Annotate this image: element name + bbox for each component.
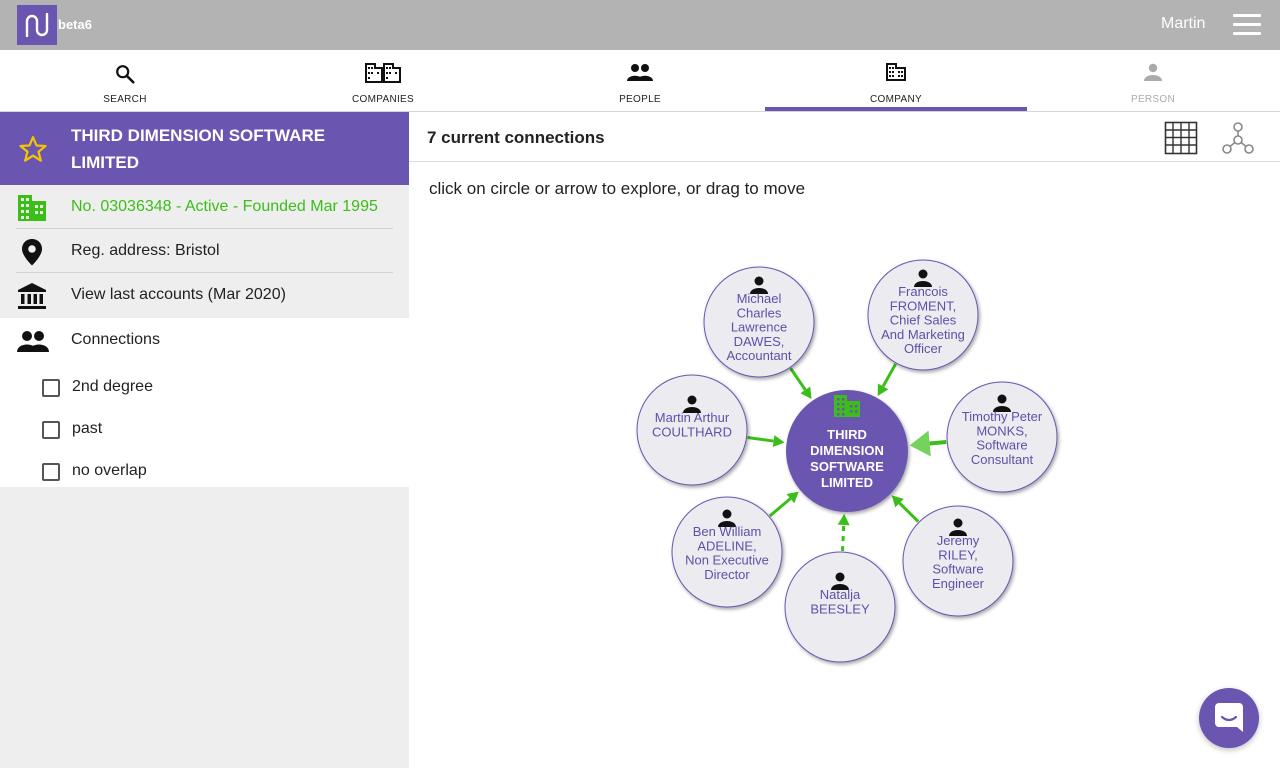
person-node-label: Consultant: [971, 452, 1034, 467]
company-node-label: LIMITED: [821, 475, 873, 490]
connection-edge[interactable]: [768, 491, 799, 518]
person-node[interactable]: FrancoisFROMENT,Chief SalesAnd Marketing…: [867, 259, 979, 371]
edge-line[interactable]: [929, 440, 947, 446]
chat-button[interactable]: [1199, 688, 1259, 748]
person-head: [687, 395, 697, 405]
edge-line[interactable]: [841, 524, 846, 552]
person-node-label: Software: [932, 562, 983, 577]
person-head: [754, 276, 764, 286]
connection-edge[interactable]: [837, 513, 850, 552]
connections-graph[interactable]: MichaelCharlesLawrenceDAWES,Accountant Fr…: [0, 0, 1280, 768]
person-node-label: Ben William: [693, 524, 762, 539]
connection-edge[interactable]: [877, 363, 897, 397]
edge-line[interactable]: [898, 502, 920, 523]
person-node[interactable]: Ben WilliamADELINE,Non ExecutiveDirector: [671, 496, 783, 608]
person-node-label: Director: [704, 567, 750, 582]
person-node-label: Accountant: [726, 348, 791, 363]
person-node-label: Michael: [737, 291, 782, 306]
edge-line[interactable]: [747, 436, 774, 443]
connection-edge[interactable]: [789, 367, 812, 399]
edge-line[interactable]: [789, 367, 807, 391]
company-node-label: THIRD: [827, 427, 867, 442]
edge-arrowhead[interactable]: [772, 435, 785, 448]
connection-edge[interactable]: [891, 495, 920, 523]
person-node-label: Lawrence: [731, 320, 787, 335]
person-node[interactable]: MichaelCharlesLawrenceDAWES,Accountant: [703, 266, 815, 378]
person-head: [997, 394, 1007, 404]
company-node[interactable]: THIRDDIMENSIONSOFTWARELIMITED: [786, 390, 908, 512]
person-node-label: ADELINE,: [697, 538, 756, 553]
person-node-label: BEESLEY: [810, 601, 870, 616]
chat-icon: [1215, 703, 1243, 732]
person-node-label: Software: [976, 438, 1027, 453]
person-node-label: DAWES,: [734, 334, 785, 349]
person-node-label: Jeremy: [937, 533, 980, 548]
person-node-label: Francois: [898, 284, 948, 299]
person-node-label: Engineer: [932, 576, 985, 591]
person-node[interactable]: Martin ArthurCOULTHARD: [636, 374, 748, 486]
connection-edge[interactable]: [747, 435, 785, 448]
person-node-label: Natalja: [820, 587, 861, 602]
person-node-label: Martin Arthur: [655, 410, 730, 425]
person-head: [918, 269, 928, 279]
edge-line[interactable]: [768, 497, 792, 518]
person-node-label: FROMENT,: [890, 298, 956, 313]
person-node-label: RILEY,: [938, 547, 978, 562]
person-node-label: COULTHARD: [652, 424, 732, 439]
connection-edge[interactable]: [909, 430, 947, 457]
edge-arrowhead[interactable]: [909, 430, 931, 457]
person-head: [835, 572, 845, 582]
person-node-label: MONKS,: [976, 423, 1027, 438]
person-node[interactable]: JeremyRILEY,SoftwareEngineer: [902, 505, 1014, 617]
company-node-label: SOFTWARE: [810, 459, 884, 474]
person-node-label: Chief Sales: [890, 313, 957, 328]
person-node-label: Officer: [904, 341, 943, 356]
person-node[interactable]: Timothy PeterMONKS,SoftwareConsultant: [946, 381, 1058, 493]
person-head: [722, 509, 732, 519]
person-node-label: Timothy Peter: [962, 409, 1043, 424]
edge-arrowhead[interactable]: [837, 513, 850, 526]
company-node-label: DIMENSION: [810, 443, 884, 458]
person-node[interactable]: NataljaBEESLEY: [784, 551, 896, 663]
person-head: [953, 518, 963, 528]
edge-line[interactable]: [881, 363, 897, 388]
person-node-label: And Marketing: [881, 327, 965, 342]
person-node-label: Non Executive: [685, 553, 769, 568]
person-node-label: Charles: [737, 305, 782, 320]
